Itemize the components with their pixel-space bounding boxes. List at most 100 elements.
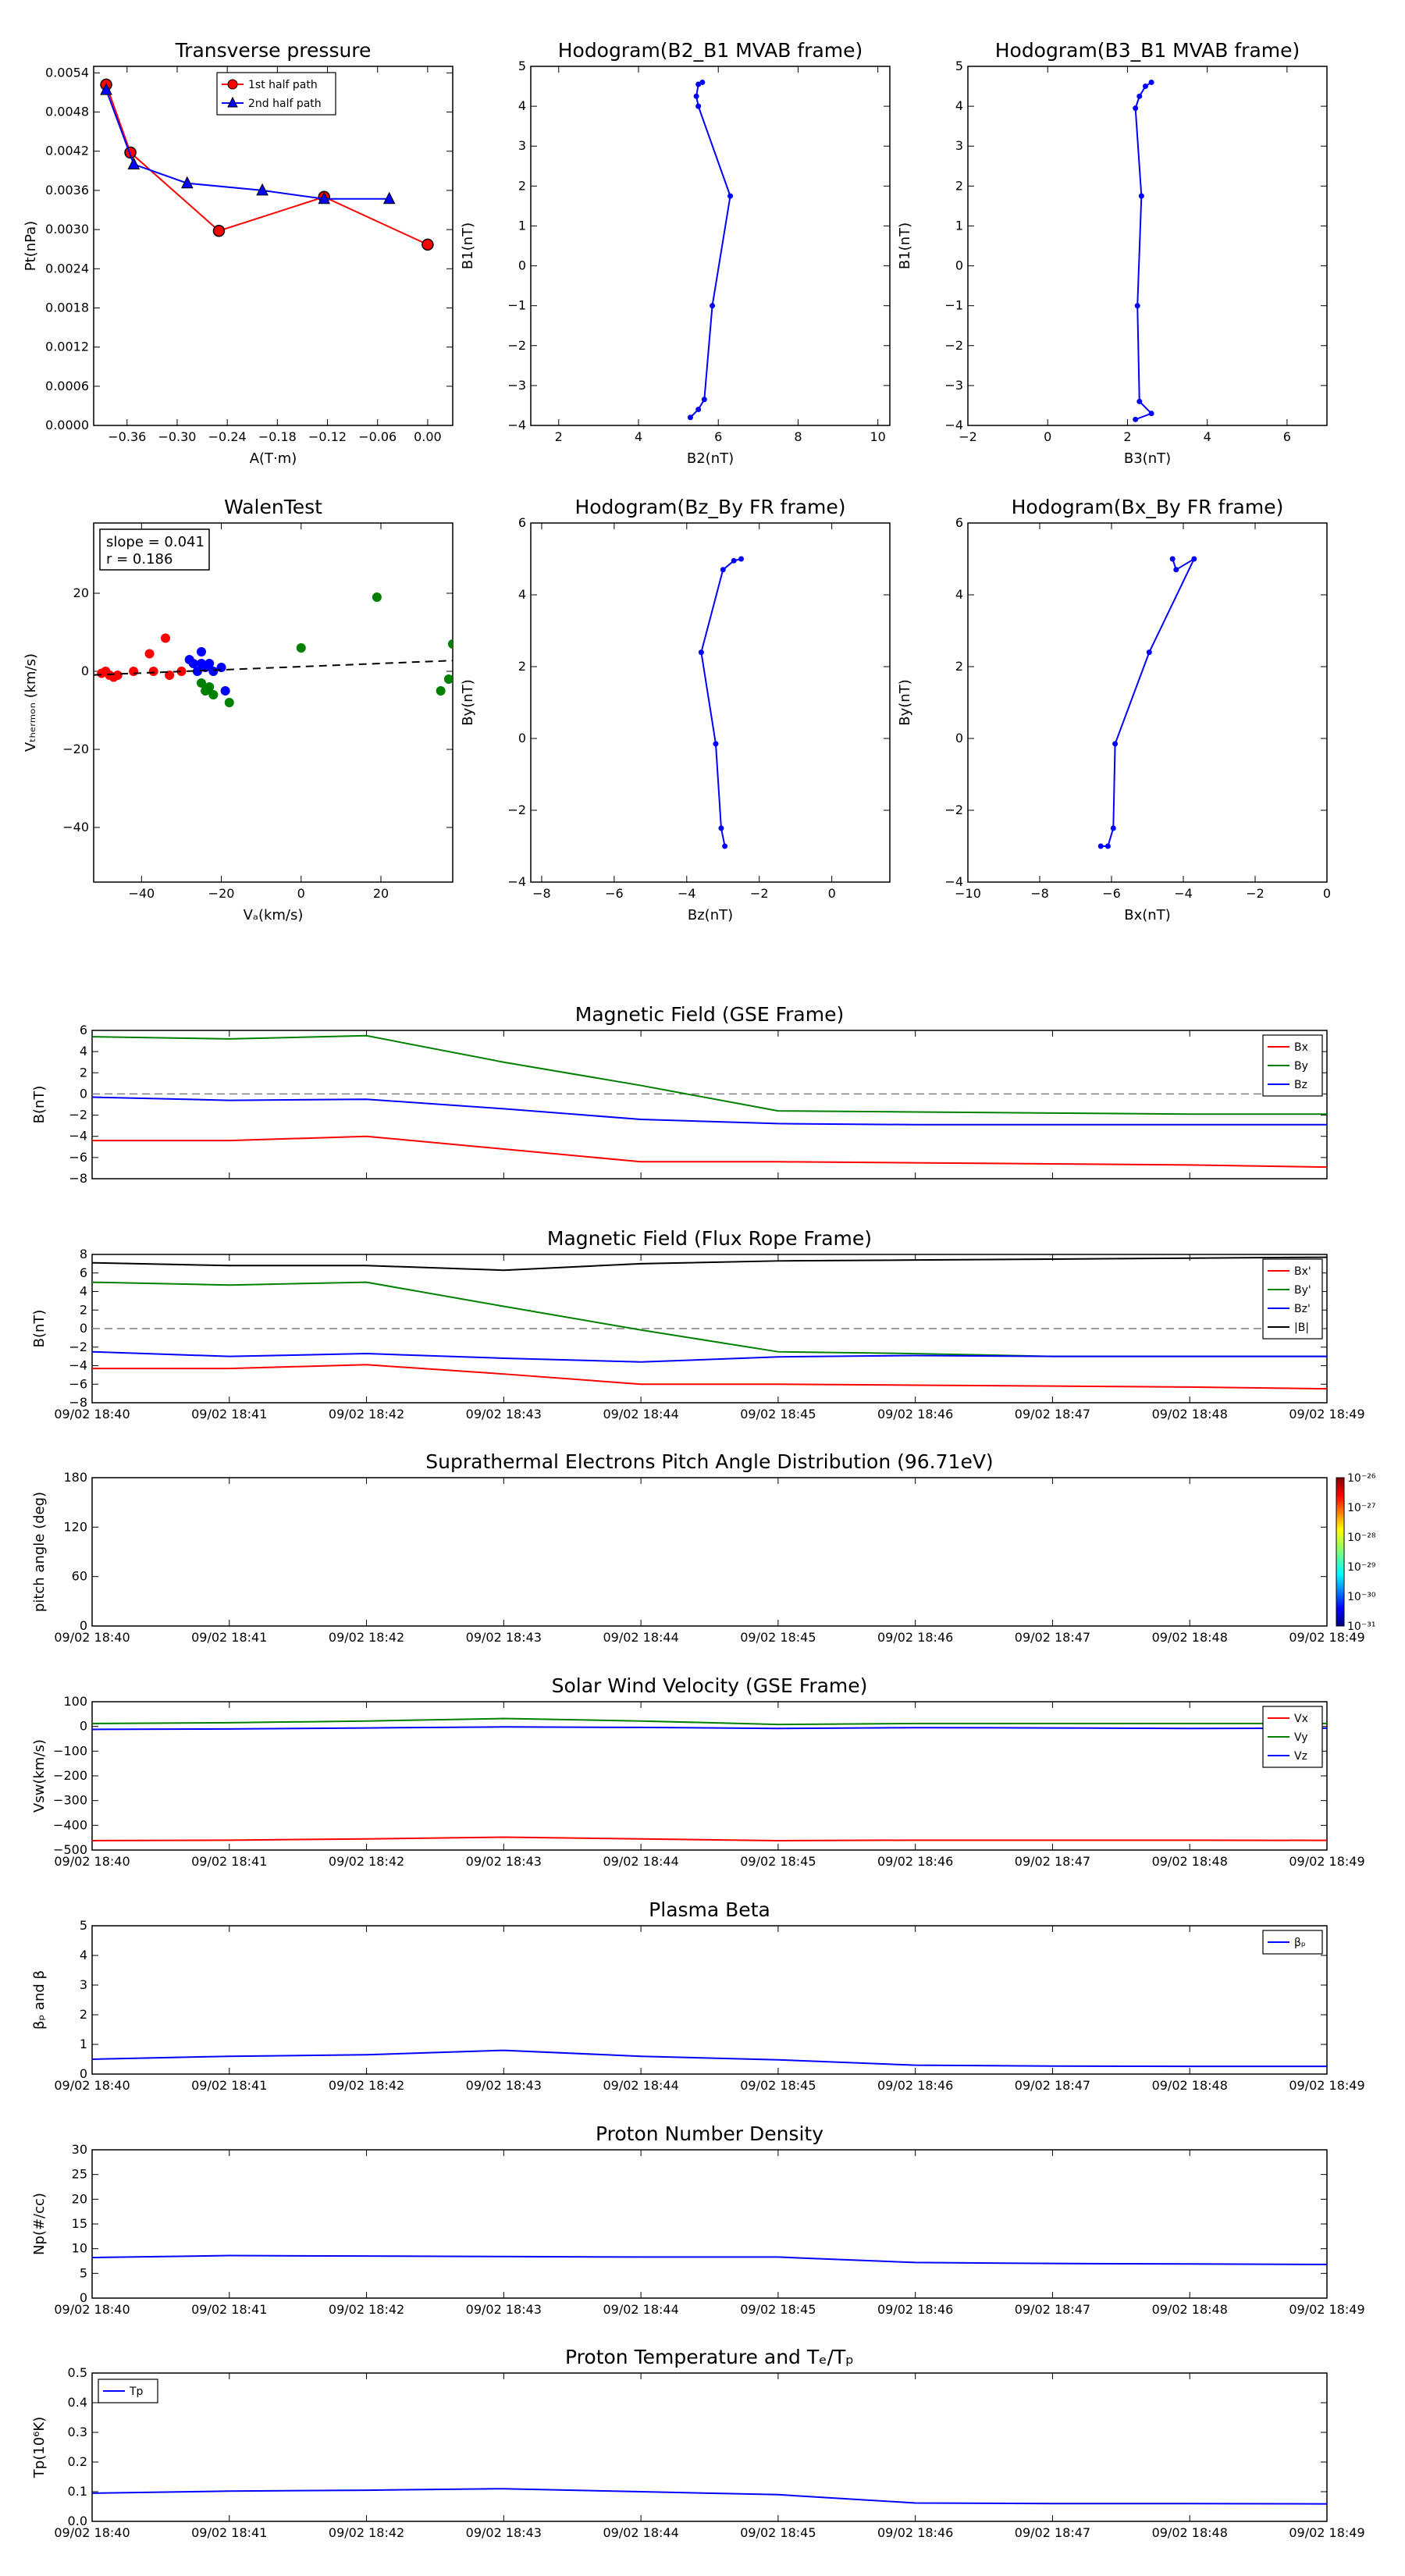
- y-tick-label: 2: [518, 178, 526, 193]
- fit-line: [94, 660, 453, 676]
- chart-6: Hodogram(Bx_By FR frame)−10 −8 −6 −4 −2 0−4−2…: [897, 496, 1331, 923]
- y-tick-label: −4: [944, 418, 963, 432]
- plot-area: [92, 1256, 1327, 1390]
- y-tick-label: 30: [72, 2142, 87, 2157]
- series-line: [92, 1096, 1327, 1126]
- y-tick-label: 0.0030: [45, 222, 89, 237]
- chart-title: Hodogram(B3_B1 MVAB frame): [995, 39, 1300, 62]
- y-tick-label: 1: [80, 2037, 87, 2051]
- data-point: [224, 698, 234, 707]
- x-tick-label: −40: [128, 886, 155, 901]
- data-point: [1169, 556, 1176, 562]
- y-tick-label: 20: [73, 585, 89, 600]
- chart-title: Hodogram(B2_B1 MVAB frame): [558, 39, 863, 62]
- x-tick-label: 09/02 18:41: [191, 1407, 267, 1421]
- y-tick-label: 4: [955, 587, 963, 602]
- x-tick-label: 09/02 18:46: [877, 2525, 953, 2540]
- data-point: [687, 415, 693, 421]
- y-tick-label: −1: [507, 298, 526, 313]
- x-tick-label: 09/02 18:43: [466, 2525, 542, 2540]
- x-tick-label: −0.18: [258, 429, 297, 444]
- x-tick-label: 10: [870, 429, 885, 444]
- y-tick-label: 0: [80, 2066, 87, 2081]
- y-tick-label: 3: [955, 138, 963, 153]
- x-tick-label: 09/02 18:42: [329, 2078, 404, 2093]
- y-tick-label: 25: [72, 2167, 87, 2182]
- x-tick-label: 09/02 18:44: [603, 1854, 678, 1869]
- data-point: [695, 103, 702, 109]
- data-point: [112, 671, 123, 680]
- x-axis-label: A(T·m): [250, 450, 297, 467]
- series-line: [92, 1350, 1327, 1363]
- x-tick-label: 09/02 18:46: [877, 1630, 953, 1645]
- y-tick-label: 2: [80, 2007, 87, 2022]
- y-tick-label: 5: [80, 2265, 87, 2280]
- legend-label: Vy: [1294, 1731, 1308, 1744]
- y-tick-label: 0: [518, 731, 526, 745]
- y-tick-label: −8: [69, 1395, 87, 1410]
- y-tick-label: 0.3: [68, 2425, 87, 2439]
- data-point: [1148, 411, 1154, 417]
- y-tick-label: 0.0000: [45, 418, 89, 432]
- colorbar-label: 10⁻²⁸: [1347, 1532, 1376, 1544]
- legend: βₚ: [1262, 1930, 1323, 1955]
- data-point: [738, 556, 744, 562]
- x-tick-label: 09/02 18:45: [740, 2302, 816, 2317]
- data-point: [1138, 193, 1144, 199]
- legend: Bx By Bz: [1262, 1034, 1323, 1097]
- data-point: [422, 238, 434, 251]
- data-point: [1191, 556, 1197, 562]
- y-tick-label: 4: [518, 587, 526, 602]
- y-tick-label: 8: [80, 1247, 87, 1261]
- x-tick-label: 09/02 18:42: [329, 2525, 404, 2540]
- data-point: [148, 667, 158, 676]
- data-point: [1142, 84, 1148, 90]
- plot-area: [687, 79, 734, 421]
- series-line: [92, 2049, 1327, 2068]
- x-tick-label: 09/02 18:45: [740, 2078, 816, 2093]
- x-axis-label: B2(nT): [687, 450, 734, 467]
- chart-7: Magnetic Field (GSE Frame) −8 −6 −4 −2 0 2 4 6 B(…: [31, 1003, 1328, 1186]
- x-tick-label: 09/02 18:47: [1015, 1630, 1090, 1645]
- x-tick-label: 09/02 18:48: [1152, 1630, 1228, 1645]
- legend: Tp: [98, 2379, 158, 2403]
- y-tick-label: −100: [53, 1743, 87, 1758]
- x-tick-label: 09/02 18:48: [1152, 1407, 1228, 1421]
- y-tick-label: −200: [53, 1768, 87, 1783]
- y-tick-label: 15: [72, 2216, 87, 2231]
- x-tick-label: 09/02 18:43: [466, 1630, 542, 1645]
- x-tick-label: −2: [750, 886, 769, 901]
- x-tick-label: −0.06: [358, 429, 397, 444]
- data-point: [693, 93, 699, 99]
- chart-title: Hodogram(Bz_By FR frame): [574, 496, 845, 518]
- plot-area: [92, 2254, 1327, 2265]
- data-point: [1133, 105, 1139, 112]
- y-tick-label: 180: [63, 1470, 87, 1485]
- axes-frame: [91, 2372, 1328, 2522]
- x-tick-label: 09/02 18:40: [54, 2078, 130, 2093]
- axes-frame: [967, 522, 1328, 883]
- x-tick-label: 09/02 18:49: [1289, 1407, 1364, 1421]
- x-tick-label: 20: [373, 886, 389, 901]
- plot-area: [92, 1717, 1327, 1841]
- y-tick-label: 6: [80, 1265, 87, 1280]
- y-tick-label: 5: [955, 59, 963, 73]
- y-tick-label: 120: [63, 1519, 87, 1534]
- legend-label: Bx: [1294, 1041, 1308, 1054]
- y-tick-label: 1: [955, 218, 963, 233]
- data-point: [1146, 649, 1152, 656]
- x-tick-label: 09/02 18:48: [1152, 1854, 1228, 1869]
- chart-2: Hodogram(B2_B1 MVAB frame)2 4 6 8 10−4−3−2−1…: [460, 39, 891, 467]
- y-axis-label: By(nT): [897, 679, 913, 725]
- series-line: [92, 1726, 1327, 1731]
- x-tick-label: −4: [678, 886, 696, 901]
- x-tick-label: −0.36: [108, 429, 146, 444]
- series-line: [700, 558, 742, 847]
- x-tick-label: 09/02 18:41: [191, 2302, 267, 2317]
- x-tick-label: −8: [1030, 886, 1049, 901]
- legend: 1st half path 2nd half path: [216, 72, 336, 116]
- x-tick-label: 09/02 18:49: [1289, 2078, 1364, 2093]
- axes-frame: [91, 2149, 1328, 2299]
- y-tick-label: −4: [69, 1129, 87, 1144]
- x-tick-label: 09/02 18:46: [877, 2302, 953, 2317]
